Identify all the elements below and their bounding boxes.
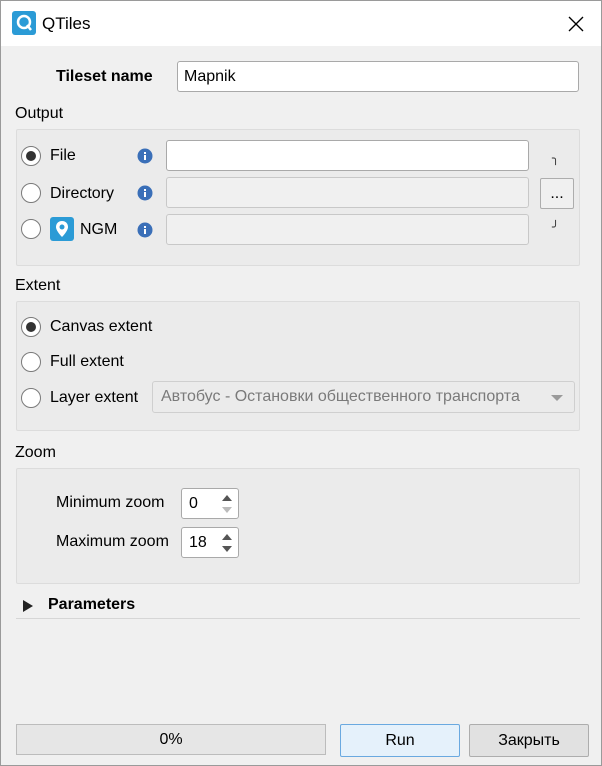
title-bar: QTiles	[1, 1, 601, 46]
browse-button-label: ...	[550, 184, 564, 202]
layer-select[interactable]: Автобус - Остановки общественного трансп…	[152, 381, 575, 413]
window-title: QTiles	[42, 14, 91, 33]
output-file-radio[interactable]	[21, 146, 41, 166]
tileset-name-input[interactable]: Mapnik	[177, 61, 579, 92]
min-zoom-spinbox[interactable]: 0	[181, 488, 239, 519]
output-ngm-radio[interactable]	[21, 219, 41, 239]
radio-dot	[26, 151, 36, 161]
parameters-label: Parameters	[48, 596, 136, 613]
min-zoom-value: 0	[189, 495, 198, 512]
output-file-label: File	[50, 147, 76, 164]
run-button-label: Run	[385, 731, 415, 749]
extent-layer-label: Layer extent	[50, 389, 139, 406]
close-window-button[interactable]	[557, 7, 595, 41]
output-ngm-input[interactable]	[166, 214, 529, 245]
zoom-section-title: Zoom	[15, 444, 56, 461]
max-zoom-label: Maximum zoom	[56, 533, 169, 550]
extent-full-label: Full extent	[50, 353, 124, 370]
close-button[interactable]: Закрыть	[469, 724, 589, 757]
extent-section-title: Extent	[15, 277, 61, 294]
output-ngm-label: NGM	[80, 221, 118, 238]
bracket-top-icon: ╮	[552, 151, 560, 165]
max-zoom-value: 18	[189, 534, 207, 551]
max-zoom-spinbox[interactable]: 18	[181, 527, 239, 558]
output-directory-radio[interactable]	[21, 183, 41, 203]
parameters-collapsible[interactable]: Parameters	[16, 591, 580, 619]
radio-dot	[26, 322, 36, 332]
zoom-group	[16, 468, 580, 584]
info-icon[interactable]	[137, 185, 153, 201]
output-section-title: Output	[15, 105, 64, 122]
browse-button[interactable]: ...	[540, 178, 574, 209]
progress-bar: 0%	[16, 724, 326, 755]
close-icon	[568, 16, 584, 32]
info-icon[interactable]	[137, 148, 153, 164]
close-button-label: Закрыть	[498, 731, 560, 749]
tileset-name-value: Mapnik	[184, 67, 236, 85]
min-zoom-label: Minimum zoom	[56, 494, 165, 511]
chevron-down-icon	[551, 395, 563, 401]
layer-select-value: Автобус - Остановки общественного трансп…	[161, 388, 520, 405]
output-directory-input[interactable]	[166, 177, 529, 208]
ngm-icon	[50, 217, 74, 241]
qtiles-dialog: QTiles Tileset name Mapnik Output File ╮…	[0, 0, 602, 766]
extent-canvas-radio[interactable]	[21, 317, 41, 337]
info-icon[interactable]	[137, 222, 153, 238]
spin-arrows-icon[interactable]	[218, 491, 236, 517]
bracket-bottom-icon: ╯	[552, 220, 560, 234]
run-button[interactable]: Run	[340, 724, 460, 757]
qtiles-app-icon	[12, 11, 36, 35]
progress-text: 0%	[159, 730, 183, 748]
extent-canvas-label: Canvas extent	[50, 318, 153, 335]
extent-layer-radio[interactable]	[21, 388, 41, 408]
output-directory-label: Directory	[50, 185, 115, 202]
extent-full-radio[interactable]	[21, 352, 41, 372]
spin-arrows-icon[interactable]	[218, 530, 236, 556]
expand-arrow-icon	[23, 600, 33, 612]
tileset-name-label: Tileset name	[56, 68, 153, 85]
output-file-input[interactable]	[166, 140, 529, 171]
